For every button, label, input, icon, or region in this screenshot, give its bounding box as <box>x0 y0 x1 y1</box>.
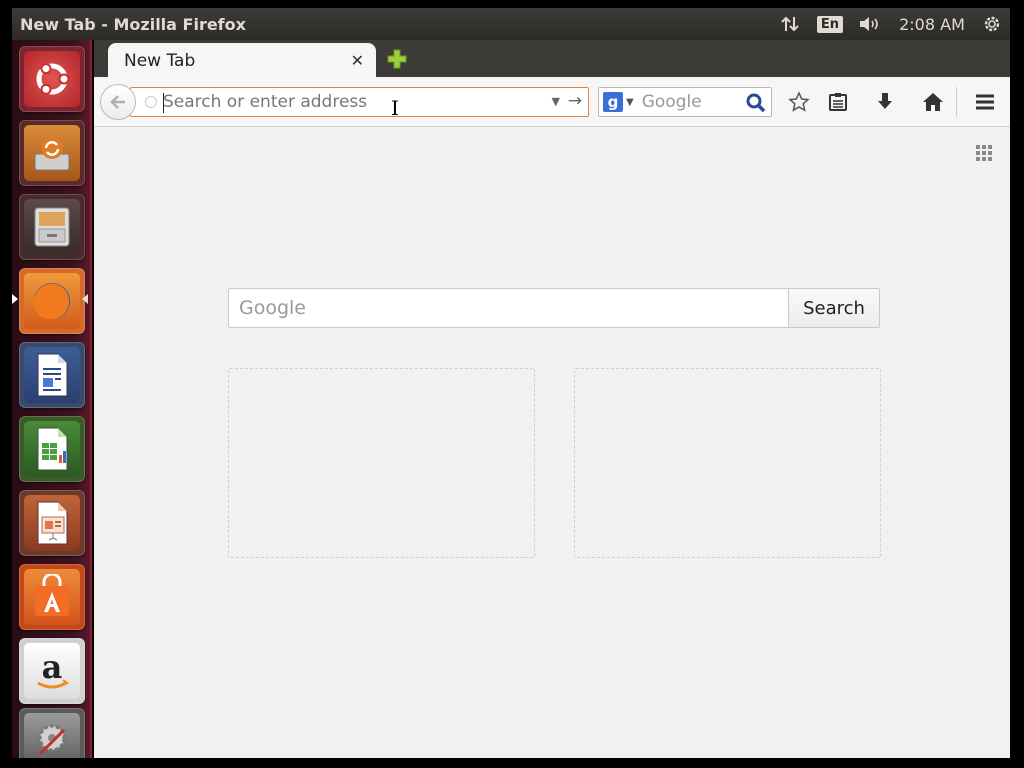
launcher-libreoffice-calc[interactable] <box>19 416 85 482</box>
search-bar-input[interactable] <box>641 92 738 112</box>
url-history-dropdown-icon[interactable]: ▼ <box>552 95 560 108</box>
url-bar[interactable]: ▼ → <box>130 87 589 117</box>
power-gear-icon <box>984 16 1000 32</box>
navigation-toolbar: ▼ → g ▼ <box>94 77 1010 127</box>
site-identity-icon <box>145 96 157 108</box>
window-title: New Tab - Mozilla Firefox <box>20 14 246 34</box>
download-arrow-icon <box>878 93 892 109</box>
tab-strip: New Tab ✕ <box>94 40 1010 78</box>
back-button[interactable] <box>100 84 136 120</box>
launcher-software-center[interactable] <box>19 564 85 630</box>
open-menu-button[interactable] <box>972 89 998 115</box>
launcher-software-updater[interactable] <box>19 120 85 186</box>
google-engine-icon[interactable]: g <box>603 92 623 112</box>
plus-icon <box>387 49 407 69</box>
home-button[interactable] <box>920 89 946 115</box>
clock[interactable]: 2:08 AM <box>890 8 974 40</box>
star-icon <box>788 91 810 112</box>
keyboard-layout-label: En <box>816 15 844 33</box>
top-panel: New Tab - Mozilla Firefox En 2:08 AM <box>12 8 1010 40</box>
mouse-ibeam-cursor: I <box>391 96 399 120</box>
file-cabinet-icon <box>34 207 70 247</box>
impress-icon <box>37 501 68 545</box>
volume-indicator[interactable] <box>850 8 890 40</box>
newtab-search-button[interactable]: Search <box>788 288 880 328</box>
launcher-system-settings[interactable] <box>19 708 85 758</box>
new-tab-button[interactable] <box>384 46 410 72</box>
grid-icon <box>976 145 992 161</box>
bookmark-star-button[interactable] <box>786 89 812 115</box>
downloads-button[interactable] <box>872 89 898 115</box>
text-caret <box>163 93 164 113</box>
url-input[interactable] <box>163 92 523 112</box>
launcher-libreoffice-impress[interactable] <box>19 490 85 556</box>
go-arrow-icon[interactable]: → <box>568 91 582 111</box>
network-indicator[interactable] <box>770 8 810 40</box>
software-center-icon <box>35 574 69 616</box>
active-app-marker <box>12 294 18 304</box>
clipboard-list-icon <box>829 93 847 111</box>
speaker-icon <box>860 17 878 31</box>
focused-app-marker <box>82 294 88 304</box>
back-arrow-icon <box>110 95 125 109</box>
search-magnifier-icon[interactable] <box>745 92 767 118</box>
writer-icon <box>37 353 68 397</box>
keyboard-layout-indicator[interactable]: En <box>810 8 850 40</box>
newtab-search-form: Search <box>228 288 880 328</box>
launcher-amazon[interactable]: a <box>19 638 85 704</box>
home-icon <box>923 93 943 111</box>
launcher-libreoffice-writer[interactable] <box>19 342 85 408</box>
launcher-files[interactable] <box>19 194 85 260</box>
bookmarks-menu-button[interactable] <box>825 89 851 115</box>
session-menu[interactable] <box>974 8 1010 40</box>
network-arrows-icon <box>781 16 799 32</box>
indicator-area: En 2:08 AM <box>770 8 1010 40</box>
amazon-icon: a <box>37 648 70 689</box>
calc-icon <box>37 427 68 471</box>
new-tab-page: Search <box>94 127 1010 758</box>
launcher-firefox[interactable] <box>19 268 85 334</box>
tab-close-icon[interactable]: ✕ <box>351 51 364 70</box>
software-updater-icon <box>34 137 70 171</box>
settings-icon <box>38 724 66 756</box>
newtab-tile-placeholder <box>574 368 881 558</box>
tab-title: New Tab <box>124 50 196 71</box>
newtab-grid-toggle[interactable] <box>974 143 994 167</box>
launcher-dash-home[interactable] <box>19 46 85 112</box>
firefox-icon <box>33 283 70 320</box>
unity-launcher: a <box>12 40 92 758</box>
svg-text:a: a <box>42 648 63 686</box>
search-bar[interactable]: g ▼ <box>598 87 772 117</box>
tab-new-tab[interactable]: New Tab ✕ <box>108 43 376 78</box>
newtab-tile-placeholder <box>228 368 535 558</box>
firefox-window: New Tab ✕ ▼ → g ▼ <box>94 40 1010 758</box>
ubuntu-logo-icon <box>36 63 70 95</box>
engine-dropdown-icon[interactable]: ▼ <box>626 97 634 108</box>
hamburger-menu-icon <box>976 94 994 110</box>
toolbar-divider <box>956 87 957 117</box>
newtab-search-input[interactable] <box>228 288 788 328</box>
